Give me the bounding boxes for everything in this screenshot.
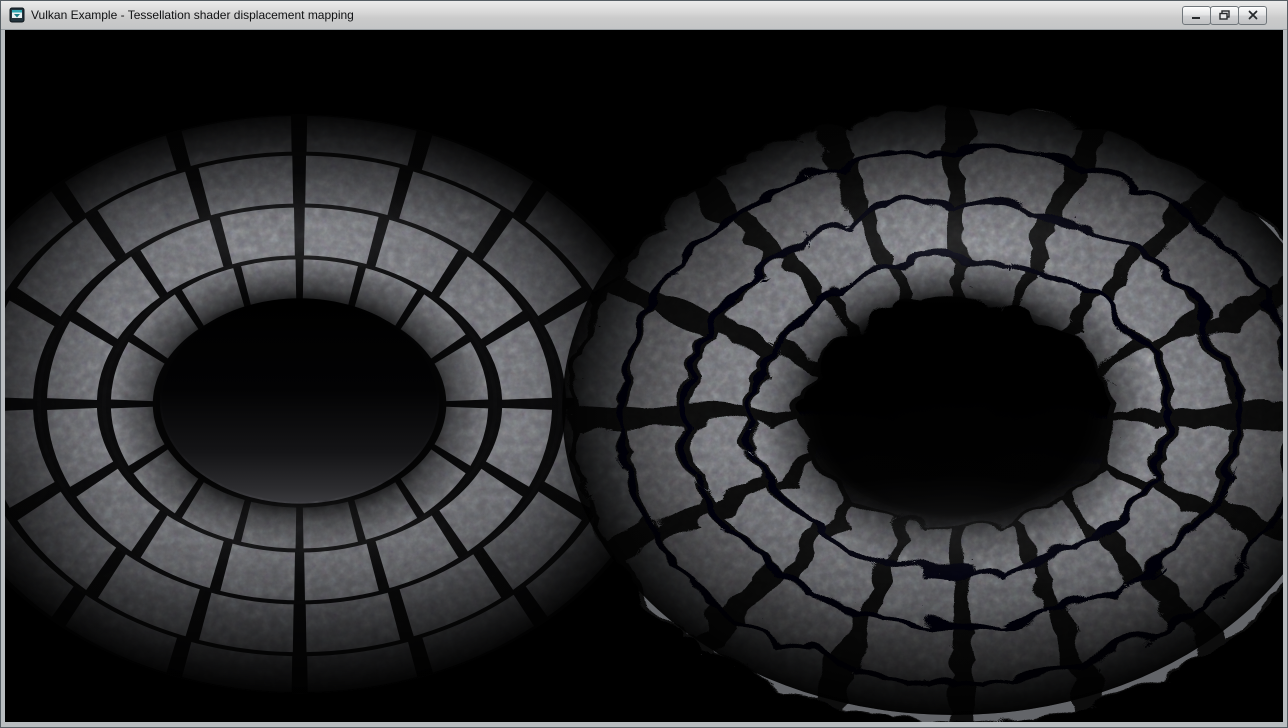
app-window: Vulkan Example - Tessellation shader dis… — [0, 0, 1288, 728]
window-controls — [1183, 6, 1267, 25]
maximize-button[interactable] — [1210, 6, 1239, 25]
close-icon — [1248, 10, 1258, 20]
close-button[interactable] — [1238, 6, 1267, 25]
titlebar[interactable]: Vulkan Example - Tessellation shader dis… — [1, 1, 1287, 30]
restore-down-icon — [1219, 10, 1230, 20]
torus-right-with-displacement — [559, 100, 1283, 722]
torus-right-stone-mottle — [559, 100, 1283, 722]
vulkan-app-icon — [9, 7, 25, 23]
minimize-button[interactable] — [1182, 6, 1211, 25]
window-title: Vulkan Example - Tessellation shader dis… — [31, 1, 1183, 29]
minimize-icon — [1191, 11, 1202, 20]
render-viewport[interactable] — [5, 30, 1283, 722]
app-icon[interactable] — [9, 7, 25, 23]
vulkan-render-scene — [5, 30, 1283, 722]
